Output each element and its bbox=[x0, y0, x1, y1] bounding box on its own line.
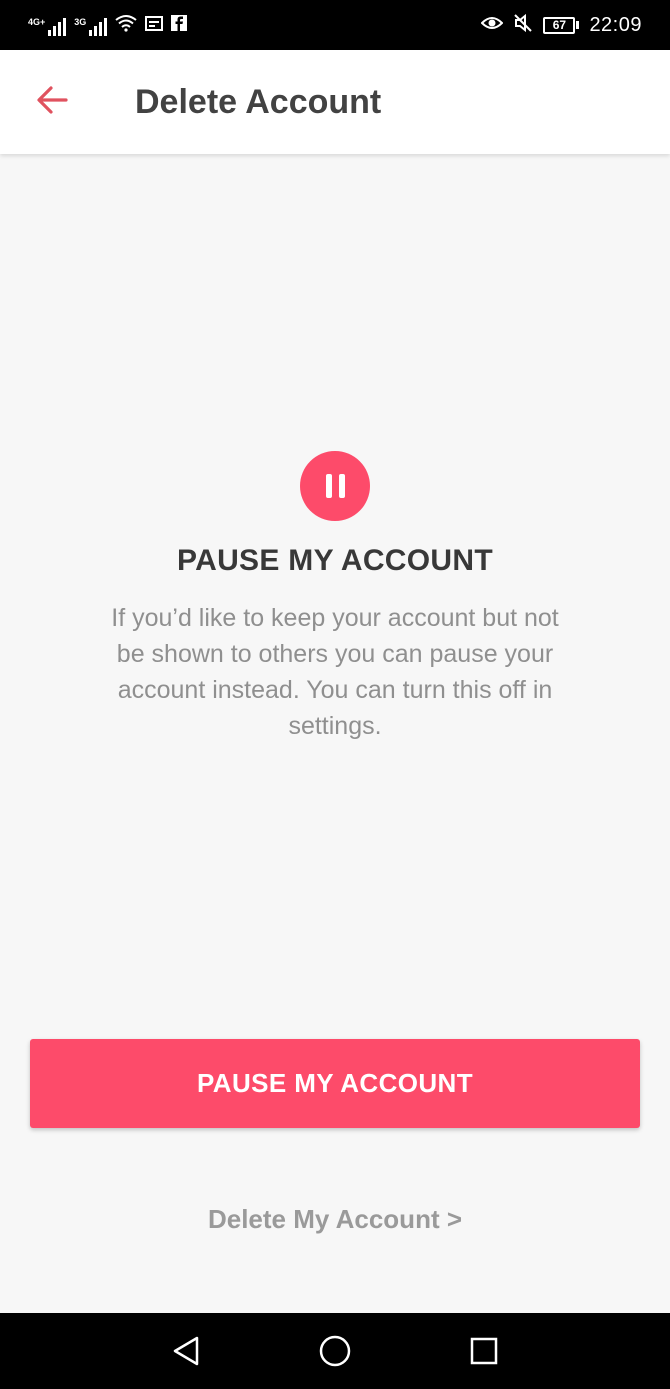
pause-account-button[interactable]: PAUSE MY ACCOUNT bbox=[30, 1039, 640, 1128]
back-arrow-icon bbox=[35, 85, 69, 120]
calendar-icon bbox=[145, 15, 164, 36]
status-right: 67 22:09 bbox=[481, 13, 642, 38]
home-circle-icon[interactable] bbox=[315, 1333, 355, 1369]
back-button[interactable] bbox=[28, 80, 76, 124]
eye-icon bbox=[481, 15, 504, 36]
signal-icon: 4G+ bbox=[28, 14, 67, 36]
status-time: 22:09 bbox=[589, 13, 642, 36]
battery-level: 67 bbox=[543, 16, 576, 34]
facebook-icon bbox=[171, 14, 188, 36]
status-bar: 4G+ 3G 67 22:09 bbox=[0, 0, 670, 50]
battery-icon: 67 bbox=[543, 16, 580, 34]
signal-icon: 3G bbox=[74, 14, 108, 36]
network-type-label: 4G+ bbox=[28, 17, 46, 27]
navigation-bar bbox=[0, 1313, 670, 1389]
wifi-icon bbox=[115, 14, 137, 37]
recents-square-icon[interactable] bbox=[464, 1333, 504, 1369]
mute-icon bbox=[513, 13, 533, 38]
status-left: 4G+ 3G bbox=[28, 14, 188, 37]
pause-heading: PAUSE MY ACCOUNT bbox=[177, 544, 493, 577]
delete-account-link[interactable]: Delete My Account > bbox=[0, 1204, 670, 1235]
page-title: Delete Account bbox=[135, 83, 382, 121]
app-bar: Delete Account bbox=[0, 50, 670, 154]
back-triangle-icon[interactable] bbox=[166, 1333, 206, 1369]
pause-description: If you’d like to keep your account but n… bbox=[111, 604, 559, 740]
pause-icon bbox=[300, 451, 370, 521]
network-type-label: 3G bbox=[74, 17, 87, 27]
